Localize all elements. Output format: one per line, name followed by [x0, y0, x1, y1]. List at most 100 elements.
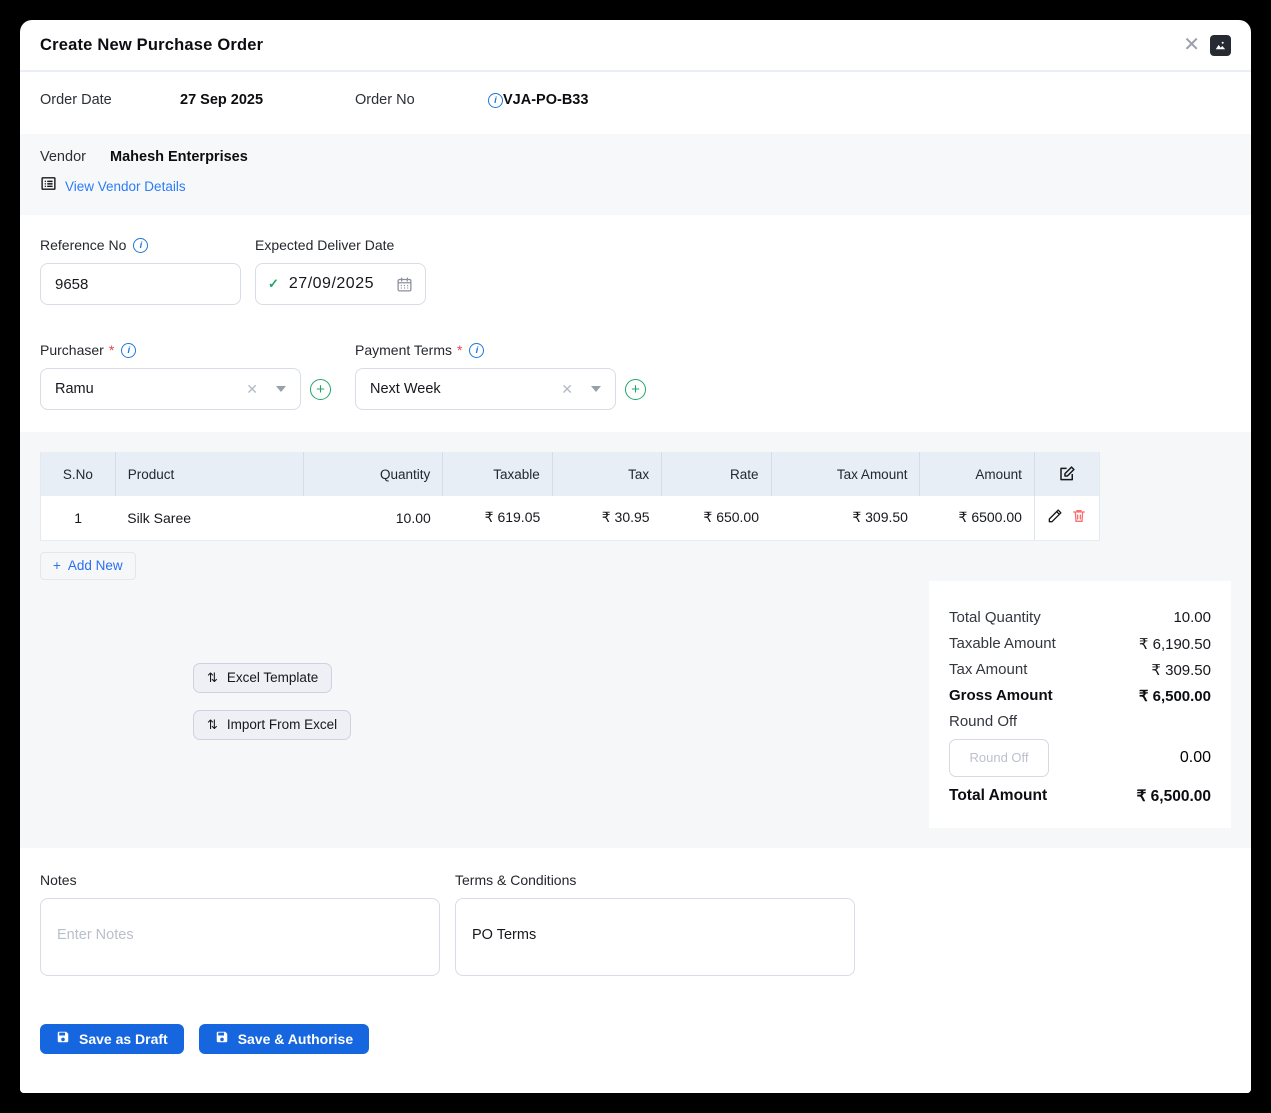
info-icon[interactable]: i [469, 343, 484, 358]
cell-amount: ₹ 6500.00 [920, 496, 1034, 540]
items-section: S.No Product Quantity Taxable Tax Rate T… [20, 432, 1251, 848]
terms-input[interactable]: PO Terms [455, 898, 855, 976]
col-tax: Tax [552, 452, 661, 496]
order-date-label: Order Date [40, 92, 180, 108]
clear-icon[interactable]: ✕ [246, 381, 258, 398]
create-purchase-order-modal: Create New Purchase Order ✕ Order Date 2… [20, 20, 1251, 1093]
round-off-label: Round Off [949, 713, 1017, 730]
sort-arrows-icon: ⇅ [207, 717, 218, 733]
items-table: S.No Product Quantity Taxable Tax Rate T… [40, 452, 1100, 541]
cell-tax-amount: ₹ 309.50 [771, 496, 920, 540]
order-info-row: Order Date 27 Sep 2025 Order No iVJA-PO-… [20, 72, 1251, 134]
round-off-value: 0.00 [1180, 749, 1211, 767]
add-new-label: Add New [68, 558, 123, 573]
required-asterisk: * [457, 342, 462, 358]
taxable-amount-value: ₹ 6,190.50 [1139, 635, 1211, 653]
delete-row-icon[interactable] [1071, 508, 1087, 527]
reference-no-input[interactable] [40, 263, 241, 305]
expected-deliver-date-label: Expected Deliver Date [255, 237, 394, 253]
vendor-name: Mahesh Enterprises [110, 149, 248, 165]
save-and-authorise-label: Save & Authorise [238, 1031, 353, 1047]
edit-row-icon[interactable] [1047, 508, 1063, 527]
excel-template-label: Excel Template [227, 670, 318, 685]
notes-label: Notes [40, 872, 440, 888]
payment-terms-select[interactable]: Next Week ✕ [355, 368, 616, 410]
purchaser-label: Purchaser [40, 342, 104, 358]
col-amount: Amount [920, 452, 1034, 496]
expected-deliver-date-input[interactable]: ✓ 27/09/2025 [255, 263, 426, 305]
form-row-2: Purchaser * i Ramu ✕ + Payment Terms [40, 342, 1231, 410]
col-product: Product [115, 452, 303, 496]
order-no-label: Order No [355, 92, 488, 108]
sort-arrows-icon: ⇅ [207, 670, 218, 686]
order-date-value: 27 Sep 2025 [180, 92, 355, 108]
total-quantity-value: 10.00 [1173, 609, 1211, 626]
add-payment-term-button[interactable]: + [625, 379, 646, 400]
notes-input[interactable] [40, 898, 440, 976]
calendar-icon[interactable] [396, 276, 413, 293]
cell-tax: ₹ 30.95 [552, 496, 661, 540]
total-amount-label: Total Amount [949, 787, 1047, 805]
info-icon[interactable]: i [133, 238, 148, 253]
col-taxable: Taxable [443, 452, 552, 496]
plus-icon: + [53, 558, 61, 573]
vendor-label: Vendor [40, 149, 110, 165]
form-section: Reference No i Expected Deliver Date ✓ 2… [20, 215, 1251, 432]
page-title: Create New Purchase Order [40, 36, 263, 55]
reference-no-label: Reference No [40, 237, 126, 253]
image-icon[interactable] [1210, 35, 1231, 56]
cell-rate: ₹ 650.00 [662, 496, 771, 540]
save-as-draft-button[interactable]: Save as Draft [40, 1024, 184, 1054]
purchaser-select[interactable]: Ramu ✕ [40, 368, 301, 410]
tax-amount-value: ₹ 309.50 [1151, 661, 1211, 679]
vendor-section: Vendor Mahesh Enterprises View Vendor De… [20, 134, 1251, 215]
gross-amount-value: ₹ 6,500.00 [1139, 687, 1211, 705]
cell-sno: 1 [41, 496, 116, 540]
order-no-value: VJA-PO-B33 [503, 92, 588, 108]
payment-terms-label: Payment Terms [355, 342, 452, 358]
add-new-button[interactable]: + Add New [40, 552, 136, 580]
save-icon [56, 1030, 70, 1047]
taxable-amount-label: Taxable Amount [949, 635, 1056, 652]
save-and-authorise-button[interactable]: Save & Authorise [199, 1024, 369, 1054]
totals-panel: Total Quantity 10.00 Taxable Amount ₹ 6,… [929, 581, 1231, 828]
col-tax-amount: Tax Amount [771, 452, 920, 496]
chevron-down-icon[interactable] [276, 386, 286, 392]
bottom-section: Notes Terms & Conditions PO Terms Save a… [20, 848, 1251, 1094]
col-quantity: Quantity [304, 452, 443, 496]
cell-taxable: ₹ 619.05 [443, 496, 552, 540]
save-as-draft-label: Save as Draft [79, 1031, 168, 1047]
cell-quantity: 10.00 [304, 496, 443, 540]
view-vendor-details-link[interactable]: View Vendor Details [65, 179, 186, 194]
required-asterisk: * [109, 342, 114, 358]
modal-header: Create New Purchase Order ✕ [20, 20, 1251, 72]
round-off-input[interactable] [949, 739, 1049, 777]
expected-deliver-date-value[interactable]: 27/09/2025 [289, 275, 386, 293]
excel-template-button[interactable]: ⇅ Excel Template [193, 663, 332, 693]
info-icon[interactable]: i [488, 93, 503, 108]
payment-terms-value: Next Week [370, 381, 561, 397]
close-icon[interactable]: ✕ [1183, 35, 1200, 55]
add-purchaser-button[interactable]: + [310, 379, 331, 400]
import-from-excel-label: Import From Excel [227, 717, 337, 732]
chevron-down-icon[interactable] [591, 386, 601, 392]
save-icon [215, 1030, 229, 1047]
import-from-excel-button[interactable]: ⇅ Import From Excel [193, 710, 351, 740]
purchaser-value: Ramu [55, 381, 246, 397]
cell-actions [1034, 496, 1099, 540]
table-header-row: S.No Product Quantity Taxable Tax Rate T… [41, 452, 1100, 496]
col-rate: Rate [662, 452, 771, 496]
vendor-details-icon [40, 175, 57, 197]
check-icon: ✓ [268, 276, 279, 292]
clear-icon[interactable]: ✕ [561, 381, 573, 398]
col-actions [1034, 452, 1099, 496]
total-quantity-label: Total Quantity [949, 609, 1041, 626]
table-row[interactable]: 1 Silk Saree 10.00 ₹ 619.05 ₹ 30.95 ₹ 65… [41, 496, 1100, 540]
total-amount-value: ₹ 6,500.00 [1136, 787, 1211, 806]
info-icon[interactable]: i [121, 343, 136, 358]
terms-label: Terms & Conditions [455, 872, 855, 888]
edit-square-icon [1058, 466, 1076, 481]
cell-product: Silk Saree [115, 496, 303, 540]
tax-amount-label: Tax Amount [949, 661, 1027, 678]
col-sno: S.No [41, 452, 116, 496]
